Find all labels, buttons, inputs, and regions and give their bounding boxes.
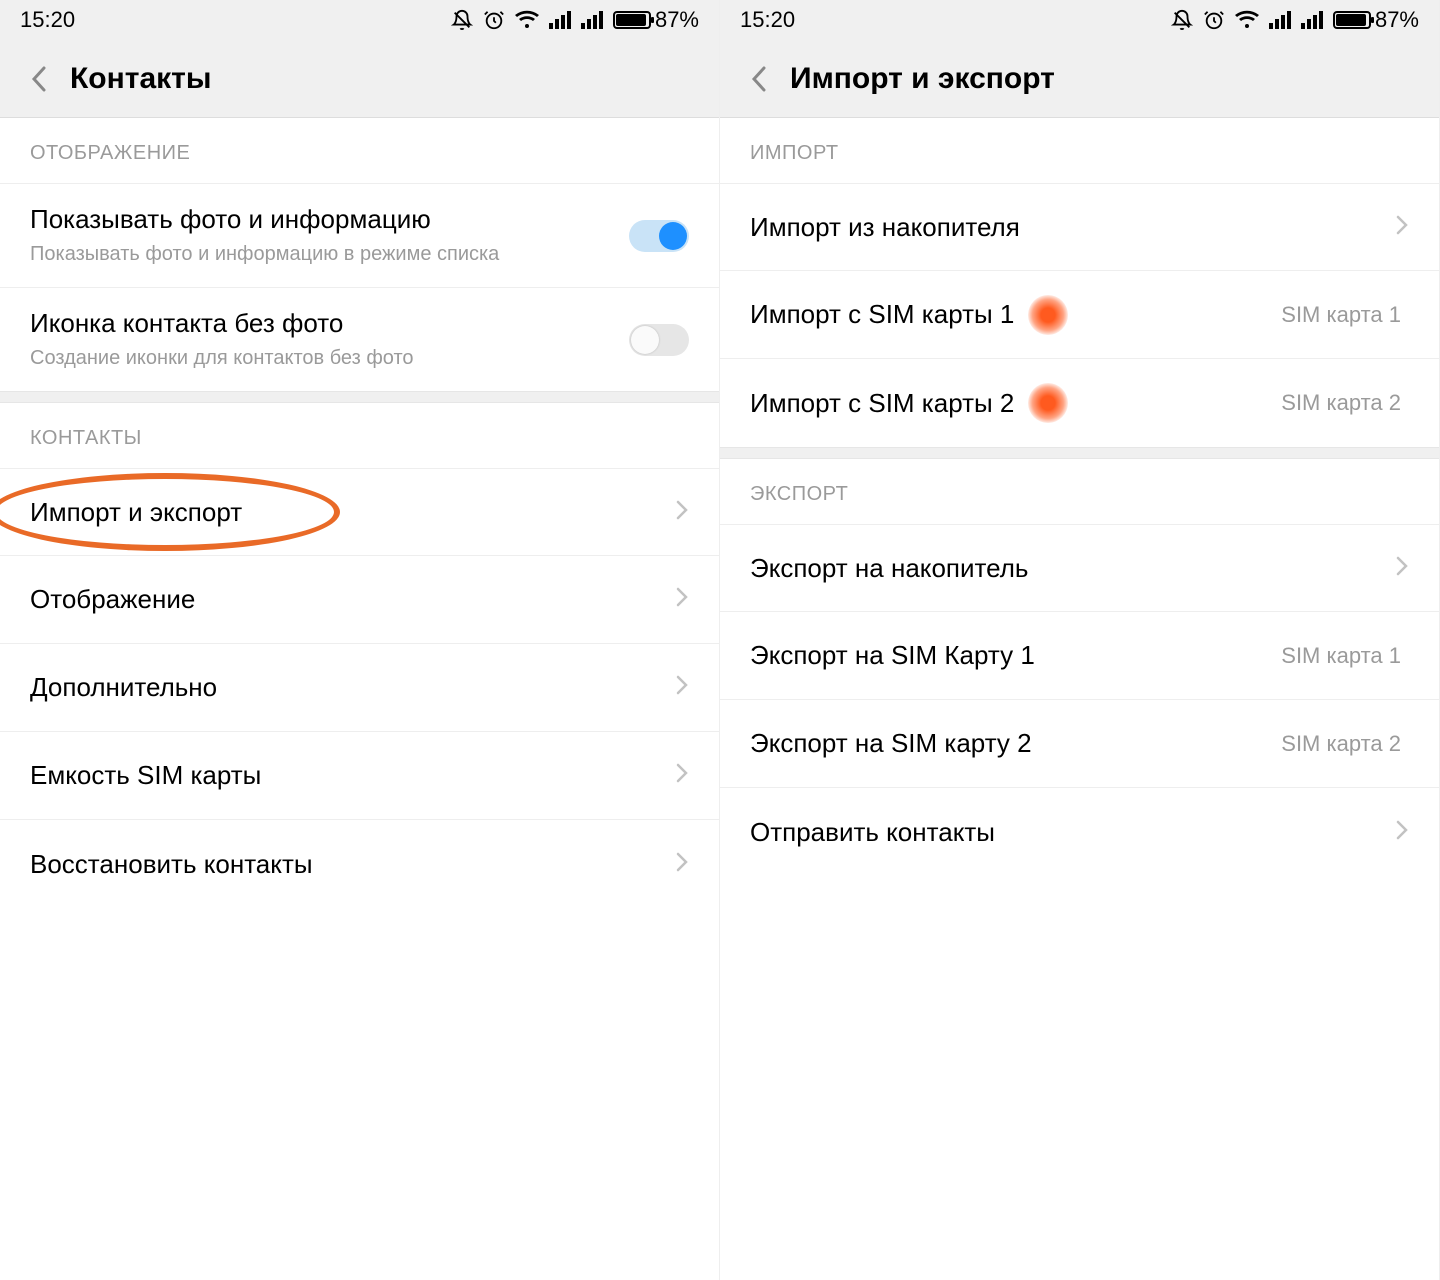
section-gap bbox=[720, 447, 1439, 459]
wifi-icon bbox=[1235, 10, 1259, 30]
chevron-right-icon bbox=[1395, 555, 1409, 582]
row-export-to-storage[interactable]: Экспорт на накопитель bbox=[720, 524, 1439, 612]
list-export: Экспорт на накопитель Экспорт на SIM Кар… bbox=[720, 524, 1439, 876]
row-value: SIM карта 1 bbox=[1281, 643, 1401, 669]
signal-1-icon bbox=[549, 11, 571, 29]
wifi-icon bbox=[515, 10, 539, 30]
header: Импорт и экспорт bbox=[720, 40, 1439, 118]
battery-icon: 87% bbox=[1333, 7, 1419, 33]
chevron-right-icon bbox=[1395, 214, 1409, 241]
row-additional[interactable]: Дополнительно bbox=[0, 644, 719, 732]
header: Контакты bbox=[0, 40, 719, 118]
section-label-display: ОТОБРАЖЕНИЕ bbox=[0, 118, 719, 183]
row-send-contacts[interactable]: Отправить контакты bbox=[720, 788, 1439, 876]
row-title: Показывать фото и информацию bbox=[30, 204, 629, 235]
chevron-right-icon bbox=[675, 762, 689, 789]
back-button[interactable] bbox=[20, 59, 60, 99]
status-bar: 15:20 87% bbox=[720, 0, 1439, 40]
section-label-export: ЭКСПОРТ bbox=[720, 459, 1439, 524]
back-button[interactable] bbox=[740, 59, 780, 99]
row-title: Отправить контакты bbox=[750, 817, 1395, 848]
row-title: Импорт с SIM карты 2 bbox=[750, 388, 1014, 419]
status-bar: 15:20 87% bbox=[0, 0, 719, 40]
row-restore-contacts[interactable]: Восстановить контакты bbox=[0, 820, 719, 908]
row-import-export[interactable]: Импорт и экспорт bbox=[0, 468, 719, 556]
row-value: SIM карта 1 bbox=[1281, 302, 1401, 328]
row-title: Импорт из накопителя bbox=[750, 212, 1395, 243]
chevron-left-icon bbox=[30, 64, 50, 94]
signal-1-icon bbox=[1269, 11, 1291, 29]
row-import-sim-1[interactable]: Импорт с SIM карты 1 SIM карта 1 bbox=[720, 271, 1439, 359]
section-gap bbox=[0, 391, 719, 403]
row-sim-capacity[interactable]: Емкость SIM карты bbox=[0, 732, 719, 820]
alarm-icon bbox=[1203, 9, 1225, 31]
bell-off-icon bbox=[1171, 9, 1193, 31]
chevron-left-icon bbox=[750, 64, 770, 94]
chevron-right-icon bbox=[1395, 819, 1409, 846]
annotation-highlight-dot bbox=[1028, 383, 1068, 423]
bell-off-icon bbox=[451, 9, 473, 31]
section-label-contacts: КОНТАКТЫ bbox=[0, 403, 719, 468]
status-icons: 87% bbox=[1171, 7, 1419, 33]
row-value: SIM карта 2 bbox=[1281, 390, 1401, 416]
signal-2-icon bbox=[1301, 11, 1323, 29]
toggle-contact-icon[interactable] bbox=[629, 324, 689, 356]
row-title: Экспорт на SIM Карту 1 bbox=[750, 640, 1281, 671]
row-title: Импорт и экспорт bbox=[30, 497, 675, 528]
page-title: Импорт и экспорт bbox=[790, 62, 1055, 96]
row-title: Экспорт на накопитель bbox=[750, 553, 1395, 584]
chevron-right-icon bbox=[675, 674, 689, 701]
row-export-sim-2[interactable]: Экспорт на SIM карту 2 SIM карта 2 bbox=[720, 700, 1439, 788]
annotation-highlight-dot bbox=[1028, 295, 1068, 335]
status-icons: 87% bbox=[451, 7, 699, 33]
chevron-right-icon bbox=[675, 851, 689, 878]
list-import: Импорт из накопителя Импорт с SIM карты … bbox=[720, 183, 1439, 447]
battery-percent: 87% bbox=[655, 7, 699, 33]
battery-icon: 87% bbox=[613, 7, 699, 33]
list-display: Показывать фото и информацию Показывать … bbox=[0, 183, 719, 391]
row-export-sim-1[interactable]: Экспорт на SIM Карту 1 SIM карта 1 bbox=[720, 612, 1439, 700]
row-display-settings[interactable]: Отображение bbox=[0, 556, 719, 644]
row-subtitle: Создание иконки для контактов без фото bbox=[30, 345, 629, 371]
status-time: 15:20 bbox=[20, 7, 75, 33]
signal-2-icon bbox=[581, 11, 603, 29]
row-value: SIM карта 2 bbox=[1281, 731, 1401, 757]
row-title: Емкость SIM карты bbox=[30, 760, 675, 791]
content: ОТОБРАЖЕНИЕ Показывать фото и информацию… bbox=[0, 118, 719, 1280]
row-title: Иконка контакта без фото bbox=[30, 308, 629, 339]
chevron-right-icon bbox=[675, 499, 689, 526]
row-show-photo-info[interactable]: Показывать фото и информацию Показывать … bbox=[0, 183, 719, 288]
battery-percent: 87% bbox=[1375, 7, 1419, 33]
row-title: Экспорт на SIM карту 2 bbox=[750, 728, 1281, 759]
row-import-sim-2[interactable]: Импорт с SIM карты 2 SIM карта 2 bbox=[720, 359, 1439, 447]
row-import-from-storage[interactable]: Импорт из накопителя bbox=[720, 183, 1439, 271]
alarm-icon bbox=[483, 9, 505, 31]
row-subtitle: Показывать фото и информацию в режиме сп… bbox=[30, 241, 629, 267]
content: ИМПОРТ Импорт из накопителя Импорт с SIM… bbox=[720, 118, 1439, 1280]
phone-right-screen: 15:20 87% Импорт и экспорт ИМПОРТ bbox=[720, 0, 1440, 1280]
phone-left-screen: 15:20 87% Контакты ОТОБРАЖЕНИЕ bbox=[0, 0, 720, 1280]
row-title: Дополнительно bbox=[30, 672, 675, 703]
section-label-import: ИМПОРТ bbox=[720, 118, 1439, 183]
row-title: Импорт с SIM карты 1 bbox=[750, 299, 1014, 330]
row-title: Восстановить контакты bbox=[30, 849, 675, 880]
row-title: Отображение bbox=[30, 584, 675, 615]
list-contacts: Импорт и экспорт Отображение Дополнитель… bbox=[0, 468, 719, 908]
toggle-show-photo[interactable] bbox=[629, 220, 689, 252]
status-time: 15:20 bbox=[740, 7, 795, 33]
chevron-right-icon bbox=[675, 586, 689, 613]
page-title: Контакты bbox=[70, 62, 211, 96]
row-contact-icon-no-photo[interactable]: Иконка контакта без фото Создание иконки… bbox=[0, 288, 719, 391]
